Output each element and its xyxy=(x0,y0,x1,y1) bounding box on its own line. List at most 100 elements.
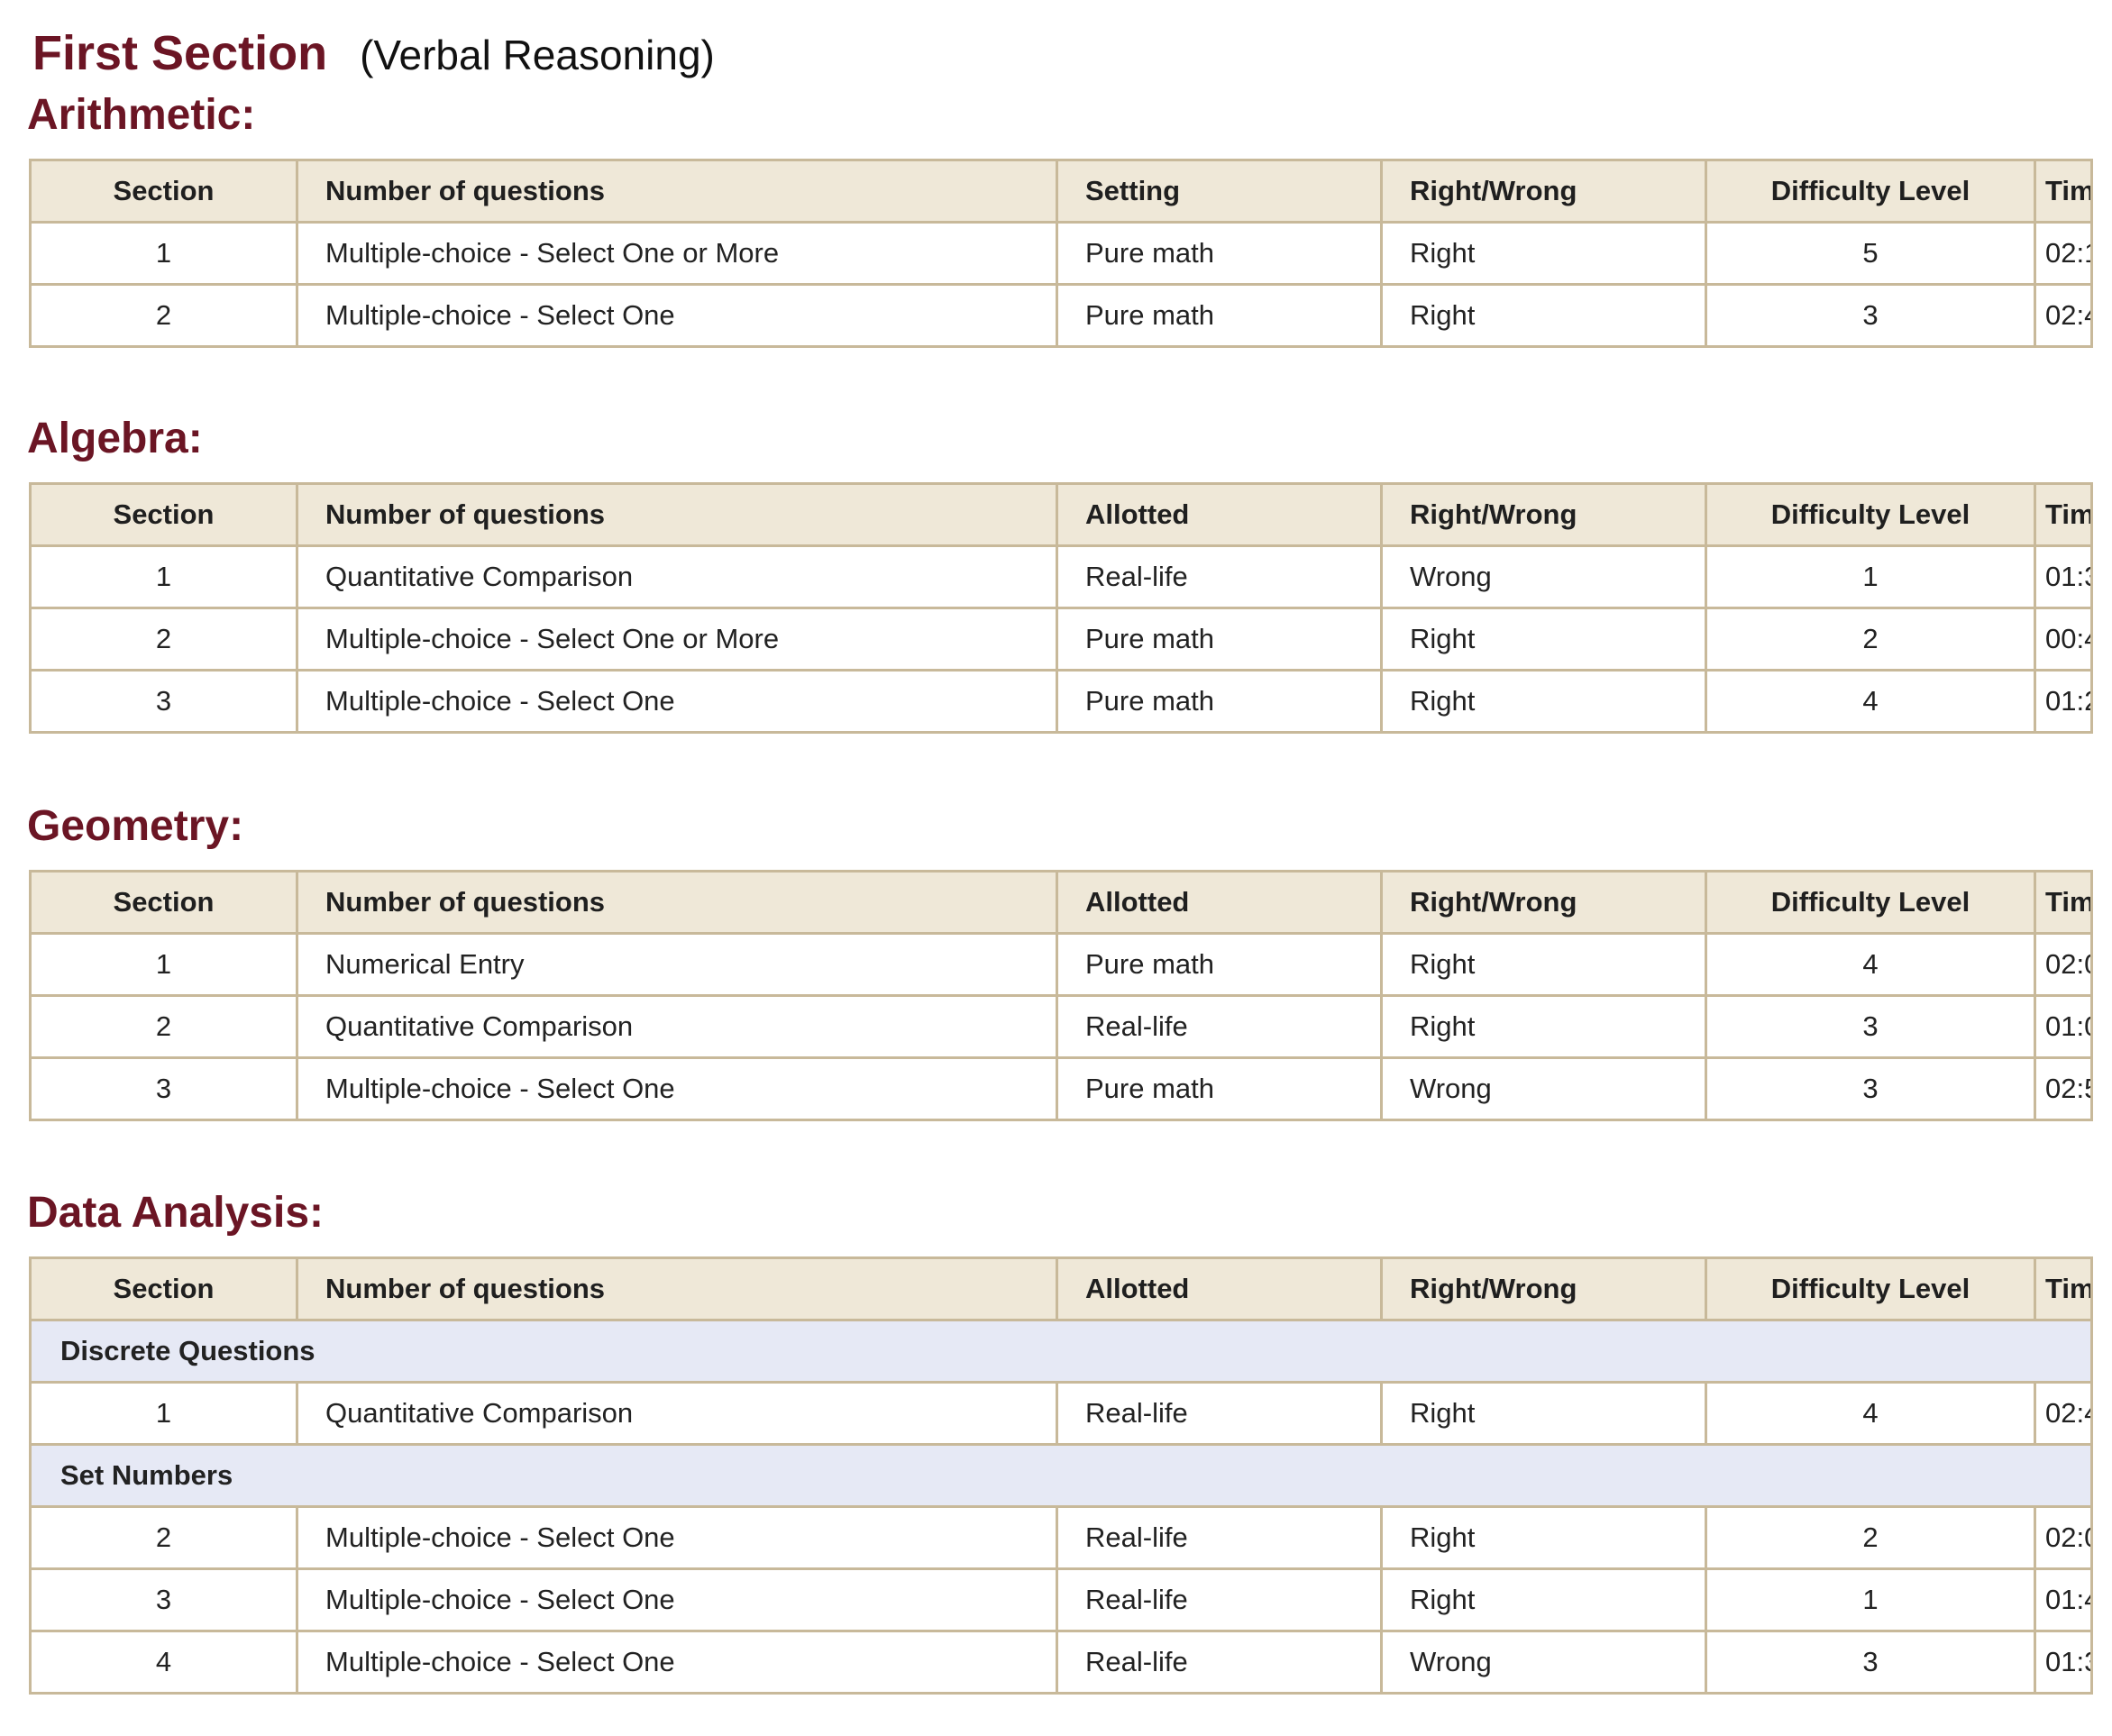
cell-result: Right xyxy=(1380,283,1707,348)
table-header-row: Section Number of questions Allotted Right/… xyxy=(29,870,2093,935)
cell-time-spent: 02:56 xyxy=(2034,1056,2093,1121)
column-header-section: Section xyxy=(29,870,298,935)
column-header-difficulty: Difficulty Level xyxy=(1705,159,2036,224)
table-header-row: Section Number of questions Allotted Right/… xyxy=(29,1256,2093,1321)
cell-section: 1 xyxy=(29,221,298,286)
cell-difficulty: 1 xyxy=(1705,1567,2036,1632)
cell-section: 1 xyxy=(29,544,298,609)
cell-time-spent: 01:23 xyxy=(2034,669,2093,734)
table-row: 1 Quantitative Comparison Real-life Wrong 1 0… xyxy=(29,544,2093,609)
table-row: 2 Multiple-choice - Select One or More Pur… xyxy=(29,607,2093,672)
group-label: Set Numbers xyxy=(29,1443,2093,1508)
column-header-result: Right/Wrong xyxy=(1380,870,1707,935)
column-header-difficulty: Difficulty Level xyxy=(1705,482,2036,547)
cell-setting: Real-life xyxy=(1056,994,1383,1059)
cell-time-spent: 02:43 xyxy=(2034,1381,2093,1446)
cell-time-spent: 02:04 xyxy=(2034,1505,2093,1570)
cell-time-spent: 00:45 xyxy=(2034,607,2093,672)
cell-time-spent: 02:04 xyxy=(2034,932,2093,997)
table-row: 3 Multiple-choice - Select One Real-life Ri… xyxy=(29,1567,2093,1632)
cell-time-spent: 01:40 xyxy=(2034,1567,2093,1632)
cell-result: Wrong xyxy=(1380,1056,1707,1121)
group-label: Discrete Questions xyxy=(29,1319,2093,1384)
cell-section: 1 xyxy=(29,932,298,997)
cell-setting: Pure math xyxy=(1056,669,1383,734)
cell-section: 2 xyxy=(29,994,298,1059)
table-header-row: Section Number of questions Allotted Right/… xyxy=(29,482,2093,547)
column-header-section: Section xyxy=(29,159,298,224)
page-title: First Section (Verbal Reasoning) xyxy=(32,25,715,81)
cell-result: Right xyxy=(1380,607,1707,672)
cell-difficulty: 3 xyxy=(1705,1056,2036,1121)
cell-difficulty: 3 xyxy=(1705,1630,2036,1695)
cell-result: Right xyxy=(1380,1381,1707,1446)
cell-difficulty: 5 xyxy=(1705,221,2036,286)
column-header-difficulty: Difficulty Level xyxy=(1705,870,2036,935)
cell-setting: Pure math xyxy=(1056,1056,1383,1121)
table-row: 3 Multiple-choice - Select One Pure math Wr… xyxy=(29,1056,2093,1121)
cell-difficulty: 2 xyxy=(1705,1505,2036,1570)
data-analysis-table: Section Number of questions Allotted Right/… xyxy=(29,1256,2093,1695)
cell-setting: Real-life xyxy=(1056,1505,1383,1570)
cell-setting: Pure math xyxy=(1056,607,1383,672)
table-row: 4 Multiple-choice - Select One Real-life Wr… xyxy=(29,1630,2093,1695)
column-header-setting: Allotted xyxy=(1056,482,1383,547)
cell-result: Right xyxy=(1380,221,1707,286)
column-header-time-spent: Time Spent xyxy=(2034,870,2093,935)
cell-question-type: Multiple-choice - Select One or More xyxy=(296,607,1058,672)
cell-section: 3 xyxy=(29,669,298,734)
cell-time-spent: 01:34 xyxy=(2034,544,2093,609)
column-header-setting: Allotted xyxy=(1056,870,1383,935)
column-header-time-spent: Time Spent xyxy=(2034,482,2093,547)
geometry-table: Section Number of questions Allotted Right/… xyxy=(29,870,2093,1121)
cell-section: 2 xyxy=(29,607,298,672)
cell-setting: Real-life xyxy=(1056,1381,1383,1446)
table-row: 1 Multiple-choice - Select One or More Pur… xyxy=(29,221,2093,286)
cell-time-spent: 02:45 xyxy=(2034,283,2093,348)
cell-question-type: Multiple-choice - Select One xyxy=(296,1567,1058,1632)
column-header-result: Right/Wrong xyxy=(1380,482,1707,547)
table-row: 1 Quantitative Comparison Real-life Right 4 0… xyxy=(29,1381,2093,1446)
column-header-difficulty: Difficulty Level xyxy=(1705,1256,2036,1321)
cell-time-spent: 02:13 xyxy=(2034,221,2093,286)
cell-question-type: Quantitative Comparison xyxy=(296,544,1058,609)
cell-result: Right xyxy=(1380,994,1707,1059)
cell-difficulty: 3 xyxy=(1705,994,2036,1059)
cell-section: 2 xyxy=(29,283,298,348)
page-title-main: First Section xyxy=(32,26,328,80)
group-row: Discrete Questions xyxy=(29,1319,2093,1384)
column-header-section: Section xyxy=(29,1256,298,1321)
cell-result: Right xyxy=(1380,932,1707,997)
cell-section: 2 xyxy=(29,1505,298,1570)
cell-difficulty: 2 xyxy=(1705,607,2036,672)
table-header-row: Section Number of questions Setting Right/W… xyxy=(29,159,2093,224)
section-heading-arithmetic: Arithmetic: xyxy=(27,91,256,139)
table-row: 2 Quantitative Comparison Real-life Right 3 0… xyxy=(29,994,2093,1059)
cell-difficulty: 3 xyxy=(1705,283,2036,348)
cell-question-type: Multiple-choice - Select One xyxy=(296,283,1058,348)
column-header-question-type: Number of questions xyxy=(296,870,1058,935)
cell-section: 1 xyxy=(29,1381,298,1446)
column-header-question-type: Number of questions xyxy=(296,482,1058,547)
cell-difficulty: 4 xyxy=(1705,669,2036,734)
cell-section: 3 xyxy=(29,1056,298,1121)
cell-setting: Pure math xyxy=(1056,221,1383,286)
cell-result: Right xyxy=(1380,669,1707,734)
section-heading-geometry: Geometry: xyxy=(27,802,244,850)
column-header-setting: Allotted xyxy=(1056,1256,1383,1321)
column-header-question-type: Number of questions xyxy=(296,1256,1058,1321)
cell-question-type: Multiple-choice - Select One or More xyxy=(296,221,1058,286)
cell-question-type: Multiple-choice - Select One xyxy=(296,1630,1058,1695)
cell-result: Wrong xyxy=(1380,544,1707,609)
algebra-table: Section Number of questions Allotted Right/… xyxy=(29,482,2093,734)
cell-section: 4 xyxy=(29,1630,298,1695)
cell-result: Right xyxy=(1380,1505,1707,1570)
cell-setting: Pure math xyxy=(1056,932,1383,997)
column-header-result: Right/Wrong xyxy=(1380,159,1707,224)
table-row: 1Numerical EntryPure mathRight402:04 xyxy=(29,932,2093,997)
column-header-time-spent: Time Spent xyxy=(2034,159,2093,224)
cell-setting: Real-life xyxy=(1056,1567,1383,1632)
column-header-question-type: Number of questions xyxy=(296,159,1058,224)
cell-difficulty: 4 xyxy=(1705,932,2036,997)
table-row: 2 Multiple-choice - Select One Pure math Ri… xyxy=(29,283,2093,348)
